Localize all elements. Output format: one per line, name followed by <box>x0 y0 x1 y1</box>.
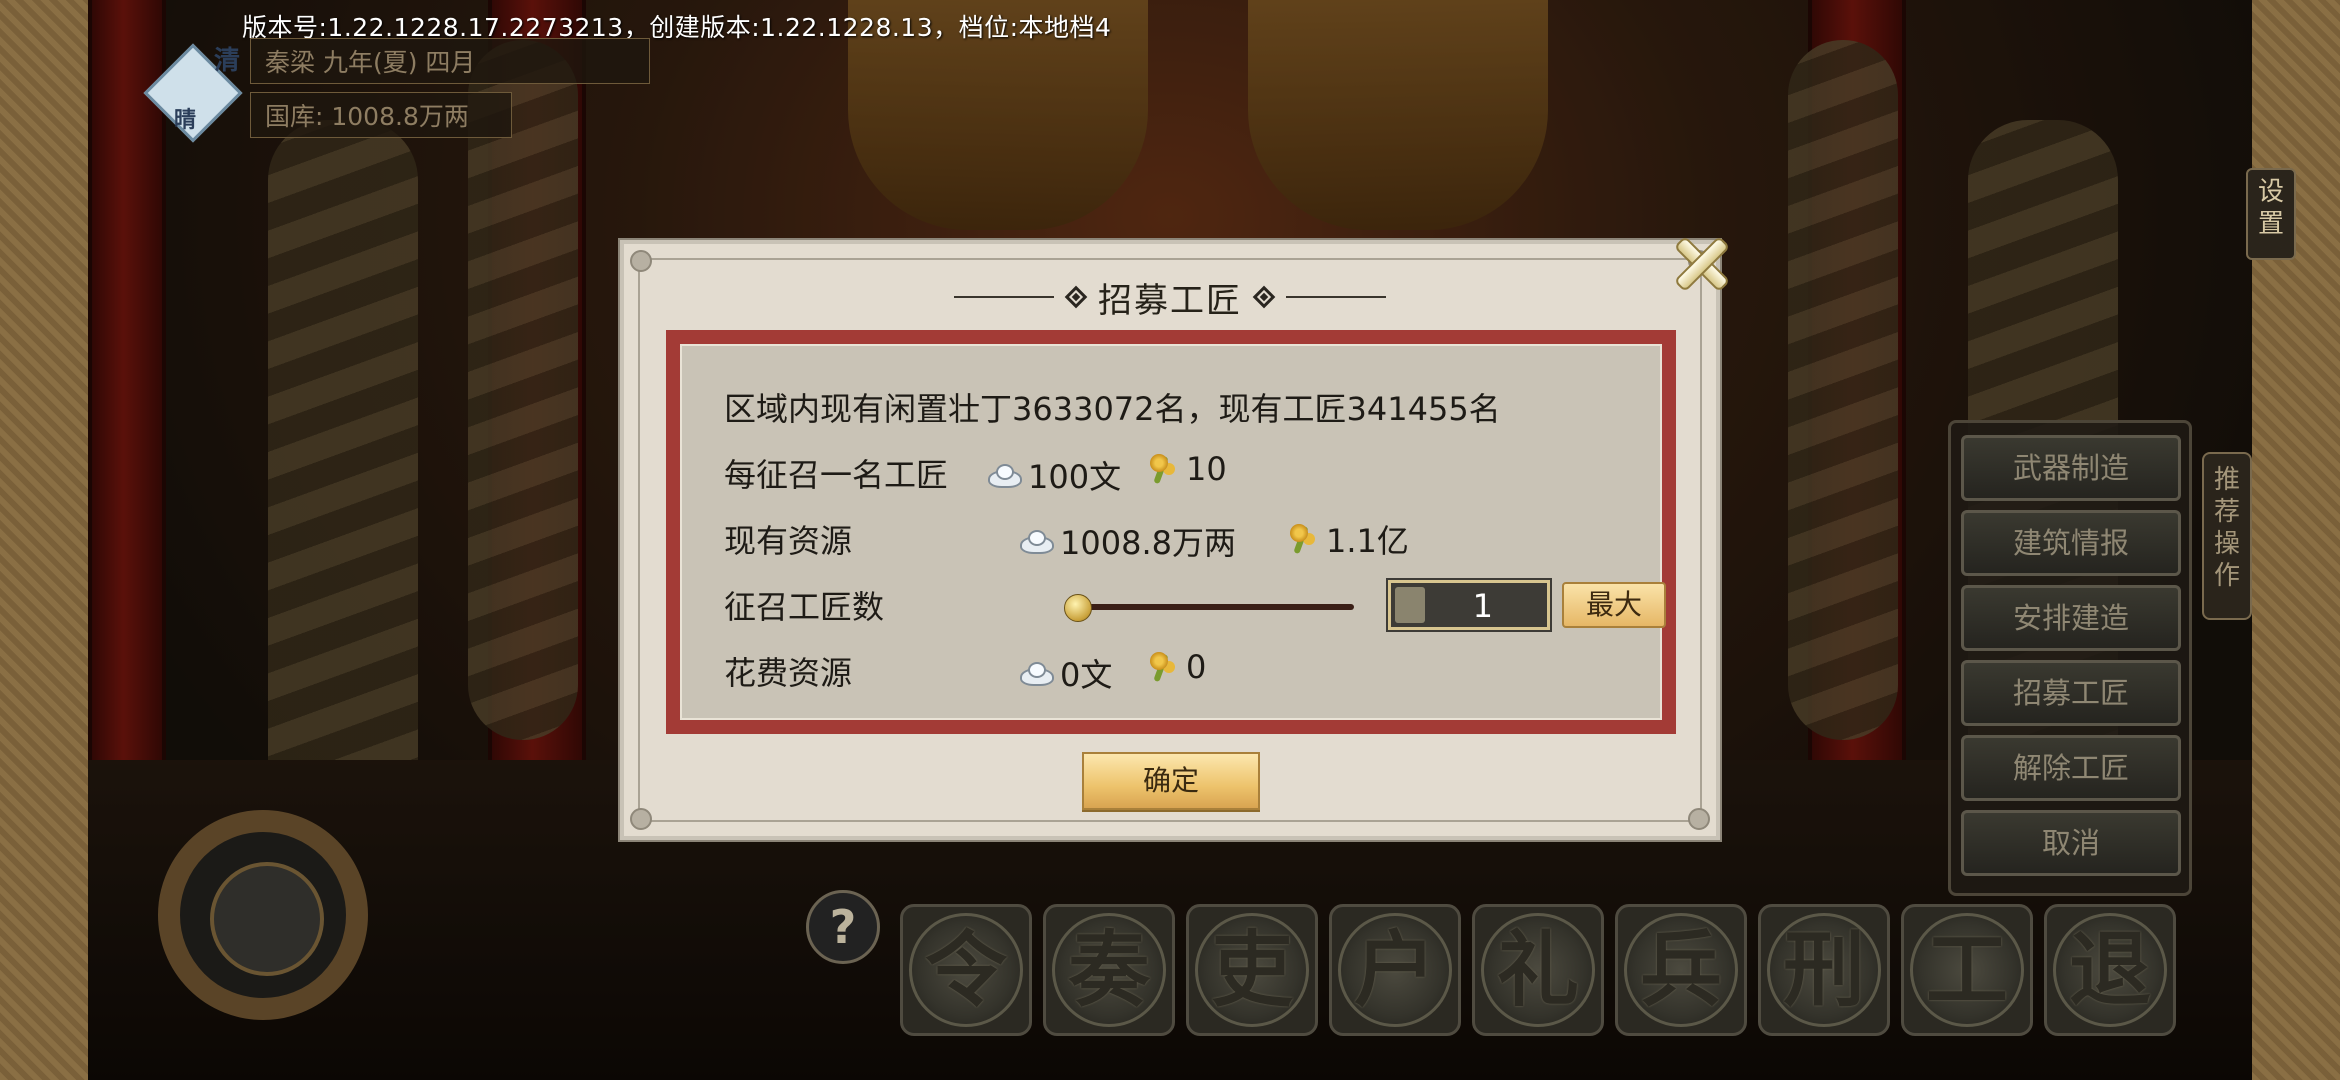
cost-per-grain-value: 10 <box>1186 450 1227 488</box>
calculator-icon[interactable] <box>1395 587 1425 623</box>
weather-char: 清 <box>214 46 241 76</box>
treasury-display: 国库: 1008.8万两 <box>250 92 512 138</box>
cost-per-label: 每征召一名工匠 <box>724 456 949 494</box>
emblem-core-icon <box>210 862 324 976</box>
spend-silver: 0文 <box>1018 650 1112 696</box>
dragon-emblem[interactable] <box>158 810 368 1020</box>
date-display: 秦梁 九年(夏) 四月 <box>250 38 650 84</box>
building-info-button[interactable]: 建筑情报 <box>1961 510 2181 576</box>
action-button-hu[interactable]: 户 <box>1329 904 1461 1036</box>
slider-handle[interactable] <box>1064 594 1092 622</box>
recruit-info-panel: 区域内现有闲置壮丁3633072名，现有工匠341455名 每征召一名工匠 10… <box>666 330 1676 734</box>
right-border-frame <box>2249 0 2340 1080</box>
recruit-count-row: 征召工匠数 1 最大 <box>724 578 1684 632</box>
action-button-bing[interactable]: 兵 <box>1615 904 1747 1036</box>
title-diamond-icon <box>1064 285 1088 309</box>
dismiss-craftsmen-button[interactable]: 解除工匠 <box>1961 735 2181 801</box>
action-button-xing[interactable]: 刑 <box>1758 904 1890 1036</box>
grain-icon <box>1144 452 1178 486</box>
current-silver-value: 1008.8万两 <box>1060 524 1236 562</box>
corner-ornament <box>630 250 652 272</box>
silver-ingot-icon <box>986 464 1022 488</box>
title-divider <box>1286 296 1386 298</box>
grain-icon <box>1144 650 1178 684</box>
weather-char: 晴 <box>174 108 197 133</box>
spend-resources-label: 花费资源 <box>724 654 853 692</box>
action-button-label: 吏 <box>1210 922 1293 1018</box>
action-button-label: 礼 <box>1496 922 1579 1018</box>
corner-ornament <box>630 808 652 830</box>
action-button-label: 奏 <box>1067 922 1150 1018</box>
arrange-construction-button[interactable]: 安排建造 <box>1961 585 2181 651</box>
action-button-tui[interactable]: 退 <box>2044 904 2176 1036</box>
recommended-actions-tab[interactable]: 推荐操作 <box>2202 452 2252 620</box>
recruit-info-panel-body: 区域内现有闲置壮丁3633072名，现有工匠341455名 每征召一名工匠 10… <box>680 344 1666 720</box>
cost-per-silver: 100文 <box>986 452 1121 498</box>
action-button-label: 令 <box>924 922 1007 1018</box>
recruit-craftsmen-button[interactable]: 招募工匠 <box>1961 660 2181 726</box>
action-button-li-official[interactable]: 吏 <box>1186 904 1318 1036</box>
weather-badge[interactable]: 清 晴 <box>140 40 243 143</box>
dialog-header: 招募工匠 <box>624 272 1716 322</box>
confirm-button[interactable]: 确定 <box>1082 752 1260 810</box>
recruit-count-slider[interactable] <box>1074 604 1354 610</box>
current-resources-label: 现有资源 <box>724 522 853 560</box>
spend-grain-value: 0 <box>1186 648 1207 686</box>
left-border-frame <box>0 0 91 1080</box>
max-button[interactable]: 最大 <box>1562 582 1666 628</box>
corner-ornament <box>1688 808 1710 830</box>
action-button-label: 退 <box>2068 922 2151 1018</box>
action-button-label: 刑 <box>1782 922 1865 1018</box>
idle-and-craftsmen-summary: 区域内现有闲置壮丁3633072名，现有工匠341455名 <box>724 390 1501 428</box>
silver-ingot-icon <box>1018 530 1054 554</box>
dialog-title: 招募工匠 <box>1098 280 1242 321</box>
title-diamond-icon <box>1252 285 1276 309</box>
action-button-label: 户 <box>1353 922 1436 1018</box>
current-grain: 1.1亿 <box>1284 516 1409 562</box>
close-icon[interactable] <box>1664 226 1736 298</box>
recruit-count-value: 1 <box>1472 587 1493 625</box>
recruit-count-input[interactable]: 1 <box>1386 578 1552 632</box>
weapon-making-button[interactable]: 武器制造 <box>1961 435 2181 501</box>
settings-button[interactable]: 设置 <box>2246 168 2296 260</box>
action-button-label: 工 <box>1925 922 2008 1018</box>
title-divider <box>954 296 1054 298</box>
current-grain-value: 1.1亿 <box>1326 522 1409 560</box>
action-button-li-rites[interactable]: 礼 <box>1472 904 1604 1036</box>
spend-grain: 0 <box>1144 648 1206 686</box>
cancel-button[interactable]: 取消 <box>1961 810 2181 876</box>
help-button[interactable]: ? <box>806 890 880 964</box>
action-button-label: 兵 <box>1639 922 1722 1018</box>
grain-icon <box>1284 522 1318 556</box>
action-button-gong[interactable]: 工 <box>1901 904 2033 1036</box>
action-button-ling[interactable]: 令 <box>900 904 1032 1036</box>
silver-ingot-icon <box>1018 662 1054 686</box>
cost-per-grain: 10 <box>1144 450 1227 488</box>
cost-per-silver-value: 100文 <box>1028 458 1122 496</box>
spend-silver-value: 0文 <box>1060 656 1113 694</box>
recruit-count-label: 征召工匠数 <box>724 588 885 626</box>
building-action-menu: 武器制造 建筑情报 安排建造 招募工匠 解除工匠 取消 <box>1948 420 2192 896</box>
action-button-zou[interactable]: 奏 <box>1043 904 1175 1036</box>
current-silver: 1008.8万两 <box>1018 518 1236 564</box>
